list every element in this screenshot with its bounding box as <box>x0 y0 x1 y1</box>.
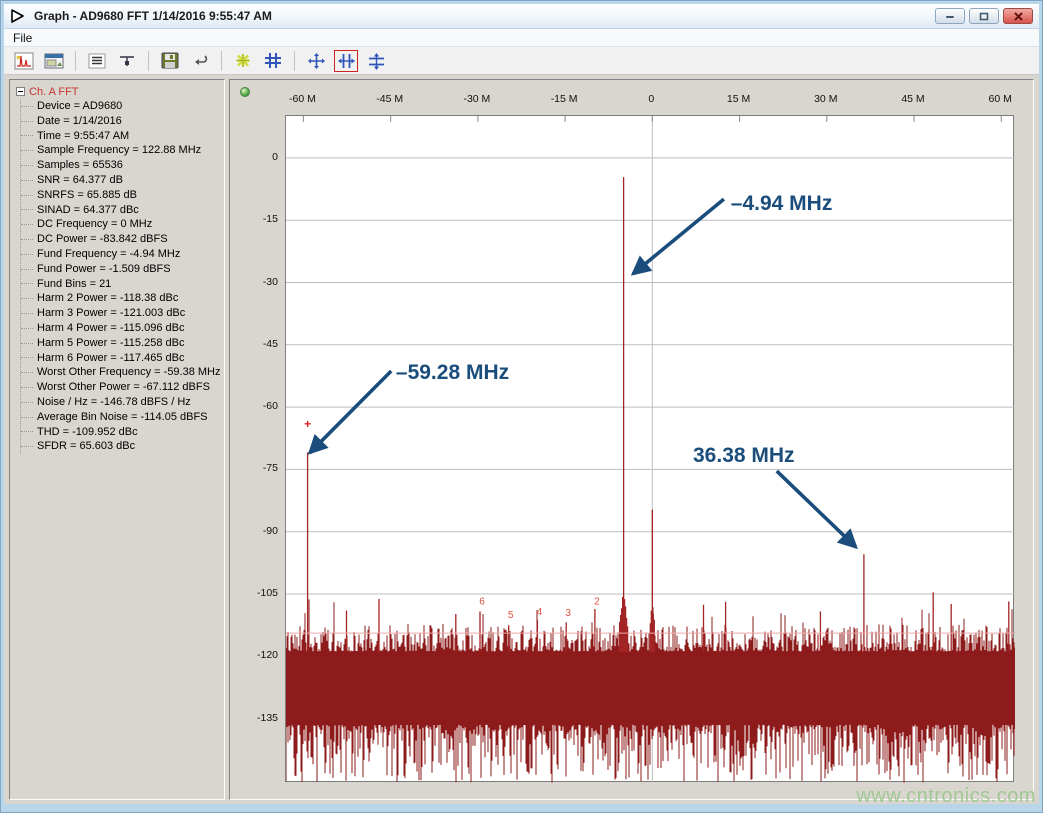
tree-item[interactable]: Harm 4 Power = -115.096 dBc <box>21 321 224 336</box>
fft-peaks <box>308 177 1009 652</box>
y-axis-label: 0 <box>230 151 278 163</box>
tree-item[interactable]: Date = 1/14/2016 <box>21 114 224 129</box>
tree-item[interactable]: Worst Other Frequency = -59.38 MHz <box>21 365 224 380</box>
print-export-button[interactable] <box>188 50 212 72</box>
harmonic-label: 4 <box>537 607 543 618</box>
tree-root-label: Ch. A FFT <box>29 86 79 98</box>
y-axis-label: -30 <box>230 276 278 288</box>
worst-spur-marker: + <box>304 417 311 431</box>
tree-items: Device = AD9680Date = 1/14/2016Time = 9:… <box>20 99 224 454</box>
tree-item[interactable]: Device = AD9680 <box>21 99 224 114</box>
tree-item[interactable]: Worst Other Power = -67.112 dBFS <box>21 380 224 395</box>
graph-panel: -60 M -45 M -30 M -15 M 0 15 M 30 M 45 M 60 M 0 -… <box>229 79 1034 800</box>
toolbar-separator <box>148 51 149 71</box>
tree-item[interactable]: SNR = 64.377 dB <box>21 173 224 188</box>
application-window: Graph - AD9680 FFT 1/14/2016 9:55:47 AM … <box>0 0 1043 813</box>
y-axis-label: -60 <box>230 400 278 412</box>
x-axis-label: 0 <box>648 93 654 105</box>
toolbar-separator <box>221 51 222 71</box>
pan-button[interactable] <box>304 50 328 72</box>
y-axis-label: -90 <box>230 525 278 537</box>
toolbar-separator <box>294 51 295 71</box>
x-axis-label: 45 M <box>901 93 924 105</box>
title-bar[interactable]: Graph - AD9680 FFT 1/14/2016 9:55:47 AM <box>4 4 1039 29</box>
status-led-icon <box>240 87 250 97</box>
x-axis-label: -30 M <box>463 93 490 105</box>
tree-item[interactable]: DC Frequency = 0 MHz <box>21 217 224 232</box>
tree-item[interactable]: Fund Bins = 21 <box>21 277 224 292</box>
grid-button[interactable] <box>261 50 285 72</box>
minimize-button[interactable] <box>935 8 965 24</box>
save-button[interactable] <box>158 50 182 72</box>
menu-file[interactable]: File <box>4 31 41 45</box>
close-button[interactable] <box>1003 8 1033 24</box>
marker-button[interactable] <box>231 50 255 72</box>
workspace: Ch. A FFT Device = AD9680Date = 1/14/201… <box>4 75 1039 804</box>
tree-item[interactable]: Average Bin Noise = -114.05 dBFS <box>21 410 224 425</box>
x-axis-label: 30 M <box>814 93 837 105</box>
x-axis-label: -60 M <box>289 93 316 105</box>
y-axis-label: -120 <box>230 649 278 661</box>
tree-item[interactable]: Noise / Hz = -146.78 dBFS / Hz <box>21 395 224 410</box>
toolbar-separator <box>75 51 76 71</box>
collapse-icon[interactable] <box>16 87 25 96</box>
results-tree-panel: Ch. A FFT Device = AD9680Date = 1/14/201… <box>9 79 225 800</box>
annotation-label: –4.94 MHz <box>731 192 833 215</box>
tree-item[interactable]: Sample Frequency = 122.88 MHz <box>21 143 224 158</box>
fft-plot-button[interactable] <box>12 50 36 72</box>
tree-item[interactable]: Samples = 65536 <box>21 158 224 173</box>
y-axis-label: -75 <box>230 462 278 474</box>
results-tree: Ch. A FFT Device = AD9680Date = 1/14/201… <box>10 80 224 454</box>
x-axis-label: -15 M <box>551 93 578 105</box>
annotation-label: 36.38 MHz <box>693 444 795 467</box>
y-axis-label: -15 <box>230 213 278 225</box>
harmonic-label: 2 <box>594 596 600 607</box>
image-export-button[interactable] <box>42 50 66 72</box>
y-axis-label: -45 <box>230 338 278 350</box>
cursor-legend-button[interactable] <box>115 50 139 72</box>
annotation-label: –59.28 MHz <box>396 361 509 384</box>
watermark: www.cntronics.com <box>856 785 1036 808</box>
tree-item[interactable]: THD = -109.952 dBc <box>21 425 224 440</box>
x-axis-label: -45 M <box>376 93 403 105</box>
harmonic-label: 5 <box>508 610 514 621</box>
annotation-arrow <box>310 371 391 453</box>
tree-item[interactable]: Fund Power = -1.509 dBFS <box>21 262 224 277</box>
harmonic-label: 6 <box>479 596 485 607</box>
tree-item[interactable]: SFDR = 65.603 dBc <box>21 439 224 454</box>
x-axis-label: 60 M <box>989 93 1012 105</box>
maximize-button[interactable] <box>969 8 999 24</box>
app-play-icon <box>10 8 28 24</box>
tree-item[interactable]: Harm 2 Power = -118.38 dBc <box>21 291 224 306</box>
tree-item[interactable]: Harm 3 Power = -121.003 dBc <box>21 306 224 321</box>
tree-item[interactable]: Harm 6 Power = -117.465 dBc <box>21 351 224 366</box>
x-axis-label: 15 M <box>727 93 750 105</box>
y-axis-label: -135 <box>230 712 278 724</box>
annotation-arrow <box>777 471 856 547</box>
window-title: Graph - AD9680 FFT 1/14/2016 9:55:47 AM <box>34 9 272 23</box>
zoom-x-button[interactable] <box>334 50 358 72</box>
tree-root-row[interactable]: Ch. A FFT <box>16 84 224 99</box>
harmonic-label: 3 <box>565 608 571 619</box>
tree-item[interactable]: Harm 5 Power = -115.258 dBc <box>21 336 224 351</box>
tree-item[interactable]: Fund Frequency = -4.94 MHz <box>21 247 224 262</box>
tree-item[interactable]: DC Power = -83.842 dBFS <box>21 232 224 247</box>
zoom-y-button[interactable] <box>364 50 388 72</box>
menu-bar: File <box>4 29 1039 47</box>
tree-item[interactable]: Time = 9:55:47 AM <box>21 129 224 144</box>
annotation-arrow <box>633 199 724 274</box>
plot-area[interactable]: 2 3 4 5 6 + –4.94 MHz –59.28 MHz 36.38 MHz <box>285 115 1014 782</box>
y-axis-label: -105 <box>230 587 278 599</box>
list-view-button[interactable] <box>85 50 109 72</box>
tree-item[interactable]: SNRFS = 65.885 dB <box>21 188 224 203</box>
tree-item[interactable]: SINAD = 64.377 dBc <box>21 203 224 218</box>
fft-plot[interactable]: 2 3 4 5 6 + –4.94 MHz –59.28 MHz 36.38 MHz <box>286 116 1015 783</box>
toolbar <box>4 47 1039 75</box>
